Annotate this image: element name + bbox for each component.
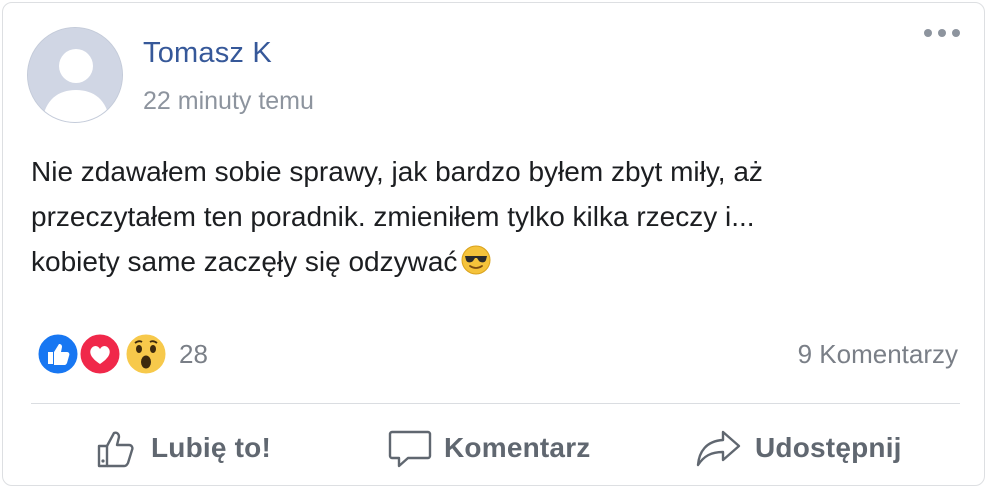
like-reaction-icon (35, 331, 81, 377)
dot-icon (924, 29, 932, 37)
author-avatar[interactable] (27, 27, 123, 123)
dot-icon (952, 29, 960, 37)
share-arrow-icon (696, 430, 741, 467)
post-card: Tomasz K 22 minuty temu Nie zdawałem sob… (2, 2, 985, 486)
comments-count-link[interactable]: 9 Komentarzy (798, 339, 958, 370)
share-button[interactable]: Udostępnij (695, 423, 902, 473)
post-text: Nie zdawałem sobie sprawy, jak bardzo by… (31, 149, 961, 284)
thumbs-up-icon (97, 431, 134, 468)
wow-reaction-icon (123, 331, 169, 377)
like-button-label: Lubię to! (151, 432, 271, 463)
post-timestamp[interactable]: 22 minuty temu (143, 87, 314, 116)
dot-icon (938, 29, 946, 37)
love-reaction-icon (77, 331, 123, 377)
post-text-line: przeczytałem ten poradnik. zmieniłem tyl… (31, 201, 755, 232)
post-text-line-text: kobiety same zaczęły się odzywać (31, 246, 458, 277)
default-avatar-icon (28, 28, 122, 122)
reaction-count[interactable]: 28 (179, 339, 208, 370)
speech-bubble-icon (388, 430, 432, 468)
sunglasses-emoji-icon (461, 245, 491, 275)
author-name[interactable]: Tomasz K (143, 37, 272, 70)
comment-button[interactable]: Komentarz (388, 423, 591, 473)
like-button[interactable]: Lubię to! (95, 423, 271, 473)
share-button-label: Udostępnij (755, 432, 902, 463)
actions-divider (31, 403, 960, 404)
comment-button-label: Komentarz (444, 432, 591, 463)
more-options-button[interactable] (922, 23, 962, 43)
post-text-line: Nie zdawałem sobie sprawy, jak bardzo by… (31, 156, 763, 187)
post-text-line: kobiety same zaczęły się odzywać (31, 239, 961, 284)
